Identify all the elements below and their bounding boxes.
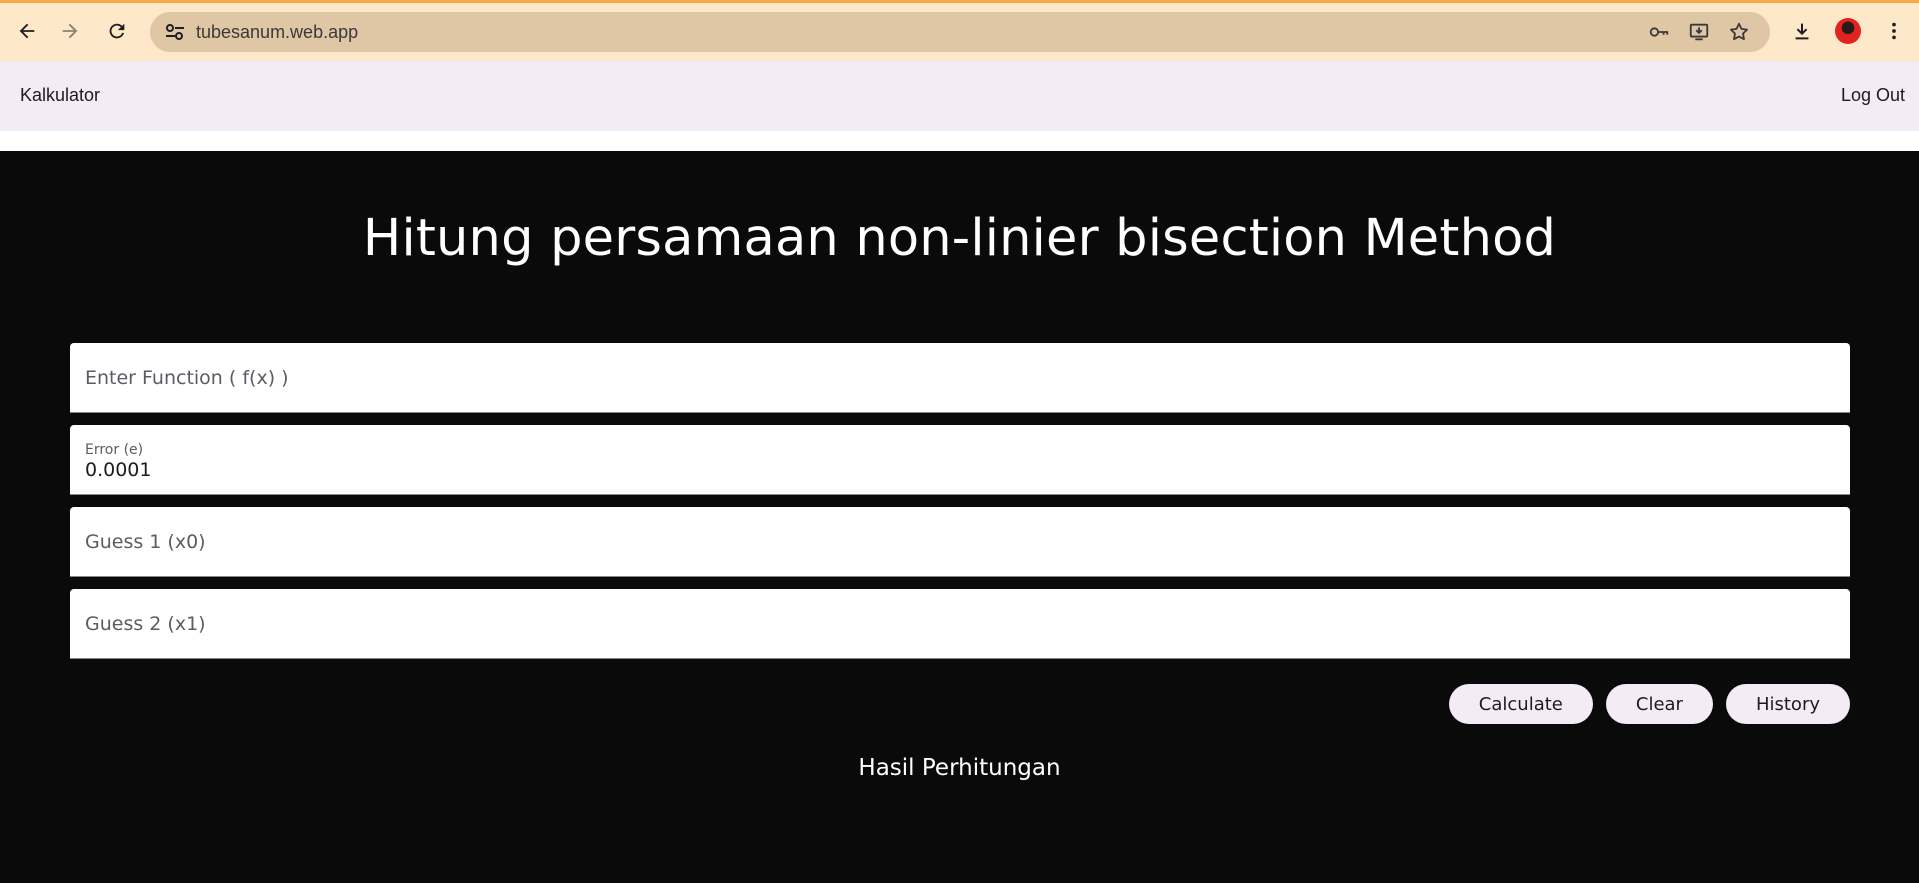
divider [0,131,1919,151]
error-input[interactable]: 0.0001 [85,459,151,481]
reload-icon[interactable] [102,16,132,46]
site-settings-icon[interactable] [162,20,188,44]
more-menu-icon[interactable] [1879,16,1909,46]
guess1-input[interactable] [70,507,1850,576]
forward-icon[interactable] [55,16,85,46]
password-key-icon[interactable] [1646,19,1672,45]
app-title: Kalkulator [20,85,101,105]
browser-toolbar: tubesanum.web.app [0,0,1919,61]
guess1-field[interactable] [70,507,1850,577]
address-bar[interactable]: tubesanum.web.app [150,12,1770,52]
calculator-panel: Hitung persamaan non-linier bisection Me… [0,151,1919,883]
function-input[interactable] [70,343,1850,412]
app-bar: Kalkulator Log Out [0,61,1919,131]
bookmark-star-icon[interactable] [1726,19,1752,45]
logout-button[interactable]: Log Out [1841,85,1905,106]
url-text[interactable]: tubesanum.web.app [196,22,358,43]
error-label: Error (e) [85,442,144,458]
calculate-button[interactable]: Calculate [1448,684,1593,724]
guess2-field[interactable] [70,589,1850,659]
action-buttons: Calculate Clear History [1448,684,1850,724]
result-heading: Hasil Perhitungan [858,755,1061,781]
profile-avatar[interactable] [1835,18,1861,44]
page-title: Hitung persamaan non-linier bisection Me… [362,209,1557,268]
guess2-input[interactable] [70,589,1850,658]
install-app-icon[interactable] [1686,19,1712,45]
function-field[interactable] [70,343,1850,413]
back-icon[interactable] [12,16,42,46]
download-icon[interactable] [1787,16,1817,46]
clear-button[interactable]: Clear [1605,684,1713,724]
error-field[interactable]: Error (e) 0.0001 [70,425,1850,495]
history-button[interactable]: History [1725,684,1850,724]
